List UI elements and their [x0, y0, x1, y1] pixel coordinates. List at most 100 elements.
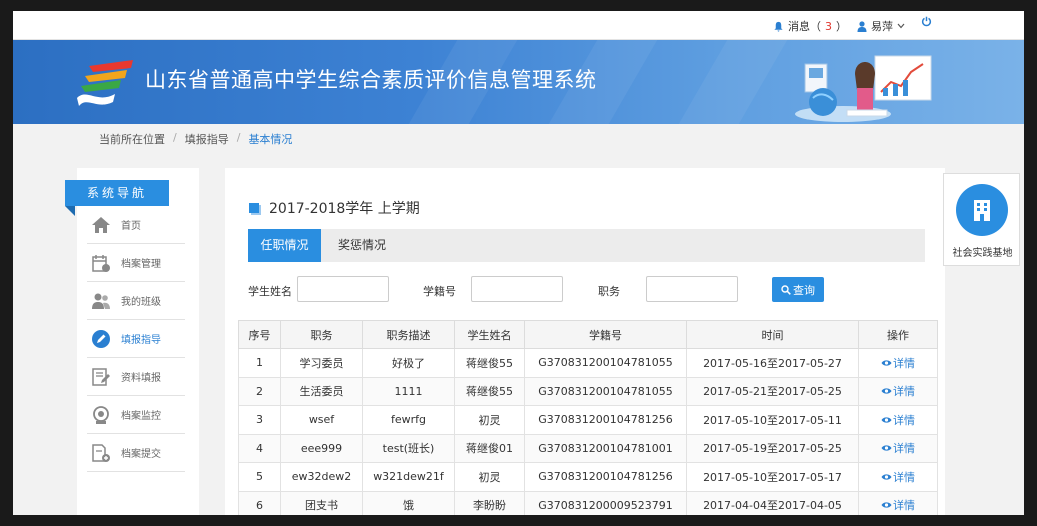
table-cell: G370831200104781256	[524, 462, 687, 492]
table-cell: 蒋继俊01	[454, 433, 525, 463]
messages-close: ）	[836, 20, 847, 33]
users-icon	[92, 293, 110, 309]
table-cell: test(班长)	[362, 433, 455, 463]
table-cell: 2017-05-21至2017-05-25	[686, 376, 859, 406]
detail-link-label: 详情	[893, 470, 915, 484]
table-cell: 李盼盼	[454, 490, 525, 515]
table-cell: 详情	[858, 405, 938, 435]
sidebar-item-data-entry[interactable]: 资料填报	[87, 358, 185, 396]
table-row: 4 eee999 test(班长) 蒋继俊01 G370831200104781001 2…	[238, 433, 938, 463]
column-header: 时间	[686, 320, 859, 349]
filter-bar: 学生姓名 学籍号 职务 查询	[248, 276, 928, 304]
detail-link[interactable]: 详情	[881, 412, 915, 428]
eye-icon	[881, 445, 892, 451]
monitor-icon	[93, 405, 109, 424]
breadcrumb-item[interactable]: 填报指导	[185, 131, 229, 147]
table-cell: 详情	[858, 376, 938, 406]
detail-link-label: 详情	[893, 499, 915, 513]
table-cell: 2017-05-10至2017-05-11	[686, 405, 859, 435]
term-label: 2017-2018学年 上学期	[269, 201, 420, 217]
sidebar-item-label: 资料填报	[121, 373, 161, 384]
sidebar-item-home[interactable]: 首页	[87, 206, 185, 244]
eye-icon	[881, 502, 892, 508]
messages-link[interactable]: 消息（ 3 ）	[773, 18, 847, 34]
social-practice-base-widget[interactable]: 社会实践基地	[943, 173, 1020, 266]
sidebar-item-label: 档案管理	[121, 259, 161, 270]
building-icon	[956, 184, 1008, 236]
column-header: 序号	[238, 320, 281, 349]
position-label: 职务	[598, 285, 620, 298]
table-row: 3 wsef fewrfg 初灵 G370831200104781256 2017-05-…	[238, 405, 938, 435]
term-heading: 2017-2018学年 上学期	[249, 198, 420, 218]
messages-count: 3	[825, 19, 832, 33]
table-cell: eee999	[280, 433, 363, 463]
top-bar: 消息（ 3 ） 易萍	[13, 11, 1024, 40]
sidebar-item-label: 首页	[121, 221, 141, 232]
banner-stripe	[678, 40, 788, 124]
table-cell: 2017-05-19至2017-05-25	[686, 433, 859, 463]
sidebar-list: 首页 档案管理 我的班级 填报指导 资料填报 档案监控 档案提交	[87, 206, 185, 472]
table-cell: G370831200104781001	[524, 433, 687, 463]
messages-label: 消息（	[788, 20, 821, 33]
logout-button[interactable]	[921, 16, 932, 27]
logo-icon	[77, 60, 133, 106]
detail-link[interactable]: 详情	[881, 469, 915, 485]
eye-icon	[881, 417, 892, 423]
student-id-input[interactable]	[471, 276, 563, 302]
user-icon	[857, 20, 867, 32]
user-name: 易萍	[871, 20, 893, 33]
table-cell: G370831200104781055	[524, 348, 687, 378]
tab-positions[interactable]: 任职情况	[248, 229, 321, 262]
detail-link[interactable]: 详情	[881, 497, 915, 513]
table-cell: 饿	[362, 490, 455, 515]
query-button[interactable]: 查询	[772, 277, 824, 302]
detail-link-label: 详情	[893, 442, 915, 456]
eye-icon	[881, 474, 892, 480]
breadcrumb-item: 当前所在位置	[99, 133, 165, 146]
table-row: 1 学习委员 好极了 蒋继俊55 G370831200104781055 2017-05-…	[238, 348, 938, 378]
student-id-label: 学籍号	[423, 285, 456, 298]
detail-link[interactable]: 详情	[881, 440, 915, 456]
sidebar: 系统导航 首页 档案管理 我的班级 填报指导 资料填报 档案监控 档案提交	[65, 168, 199, 515]
table-cell: 2017-05-16至2017-05-27	[686, 348, 859, 378]
sidebar-item-my-class[interactable]: 我的班级	[87, 282, 185, 320]
table-cell: 5	[238, 462, 281, 492]
user-menu[interactable]: 易萍	[857, 18, 905, 34]
positions-table: 序号 职务 职务描述 学生姓名 学籍号 时间 操作 1 学习委员 好极了 蒋继俊55 G…	[238, 320, 938, 515]
table-cell: 2017-04-04至2017-04-05	[686, 490, 859, 515]
table-cell: 3	[238, 405, 281, 435]
table-cell: 蒋继俊55	[454, 376, 525, 406]
sidebar-item-archive-monitor[interactable]: 档案监控	[87, 396, 185, 434]
table-cell: fewrfg	[362, 405, 455, 435]
sidebar-item-archive-submit[interactable]: 档案提交	[87, 434, 185, 472]
detail-link[interactable]: 详情	[881, 355, 915, 371]
table-cell: w321dew21f	[362, 462, 455, 492]
social-practice-base-label: 社会实践基地	[952, 248, 1013, 259]
table-cell: 详情	[858, 348, 938, 378]
detail-link-label: 详情	[893, 413, 915, 427]
tab-rewards-punishments[interactable]: 奖惩情况	[332, 229, 392, 262]
breadcrumb: 当前所在位置 / 填报指导 / 基本情况	[99, 131, 292, 147]
position-input[interactable]	[646, 276, 738, 302]
table-row: 6 团支书饿李盼盼 G370831200009523791 2017-04-04至20…	[238, 490, 938, 515]
table-cell: 4	[238, 433, 281, 463]
table-cell: 团支书	[280, 490, 363, 515]
table-header-row: 序号 职务 职务描述 学生姓名 学籍号 时间 操作	[238, 320, 938, 349]
header-banner: 山东省普通高中学生综合素质评价信息管理系统	[13, 40, 1024, 124]
sidebar-item-fill-guide[interactable]: 填报指导	[87, 320, 185, 358]
detail-link-label: 详情	[893, 385, 915, 399]
bell-icon	[774, 21, 783, 32]
column-header: 学籍号	[524, 320, 687, 349]
column-header: 职务描述	[362, 320, 455, 349]
table-cell: ew32dew2	[280, 462, 363, 492]
sidebar-item-archive[interactable]: 档案管理	[87, 244, 185, 282]
table-cell: 2	[238, 376, 281, 406]
student-name-input[interactable]	[297, 276, 389, 302]
table-row: 5 ew32dew2 w321dew21f 初灵 G370831200104781256…	[238, 462, 938, 492]
table-cell: 学习委员	[280, 348, 363, 378]
term-marker-icon	[249, 203, 259, 213]
sidebar-title: 系统导航	[65, 180, 169, 216]
archive-calendar-icon	[92, 254, 110, 272]
detail-link[interactable]: 详情	[881, 383, 915, 399]
chevron-down-icon	[897, 23, 905, 29]
